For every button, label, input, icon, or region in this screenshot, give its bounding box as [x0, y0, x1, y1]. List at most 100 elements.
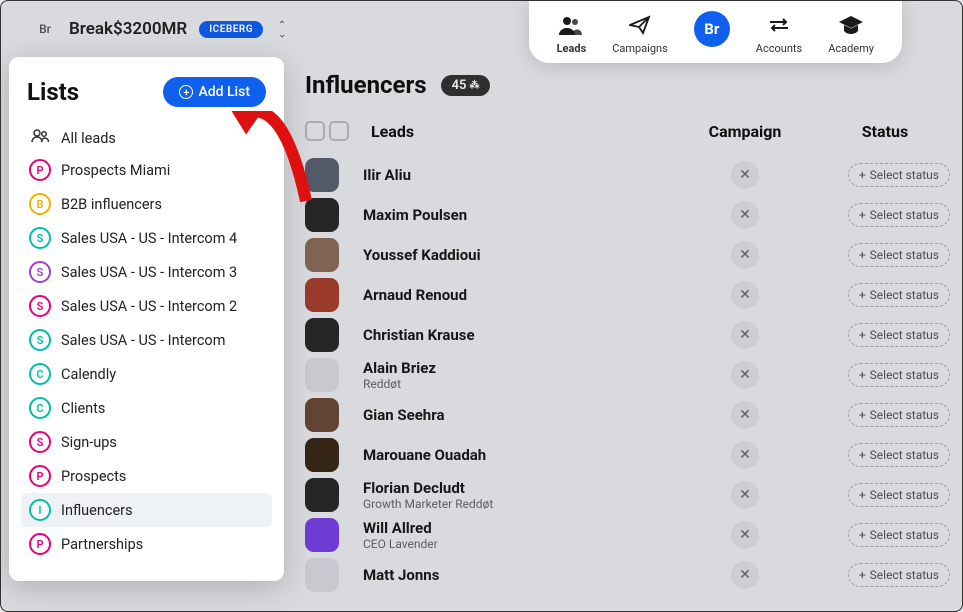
lead-name: Matt Jonns [363, 566, 670, 584]
lead-row[interactable]: Arnaud Renoud ✕ + Select status [305, 275, 950, 315]
add-list-button[interactable]: + Add List [163, 77, 266, 107]
sidebar-item[interactable]: SSales USA - US - Intercom 4 [21, 221, 272, 255]
col-campaign: Campaign [670, 122, 820, 141]
col-leads: Leads [367, 122, 670, 141]
list-badge: S [29, 261, 51, 283]
list-badge: S [29, 295, 51, 317]
lead-row[interactable]: Marouane Ouadah ✕ + Select status [305, 435, 950, 475]
sidebar-item-label: Clients [61, 400, 105, 417]
avatar [305, 398, 339, 432]
sidebar-item[interactable]: CCalendly [21, 357, 272, 391]
select-status-button[interactable]: + Select status [848, 563, 950, 587]
sidebar-item-label: Calendly [61, 366, 116, 383]
lead-subtitle: Reddøt [363, 377, 670, 391]
lead-name: Christian Krause [363, 326, 670, 344]
select-secondary-checkbox[interactable] [329, 121, 349, 141]
remove-campaign-button[interactable]: ✕ [731, 561, 759, 589]
brand-logo: Br [694, 11, 730, 47]
lead-name: Ilir Aliu [363, 166, 670, 184]
top-nav: Leads Campaigns Br Accounts Academy [529, 1, 902, 63]
select-status-button[interactable]: + Select status [848, 203, 950, 227]
remove-campaign-button[interactable]: ✕ [731, 321, 759, 349]
list-badge: B [29, 193, 51, 215]
lead-row[interactable]: Christian Krause ✕ + Select status [305, 315, 950, 355]
plus-icon: + [859, 248, 866, 262]
lead-row[interactable]: Will Allred CEO Lavender ✕ + Select stat… [305, 515, 950, 555]
lead-row[interactable]: Youssef Kaddioui ✕ + Select status [305, 235, 950, 275]
lead-row[interactable]: Gian Seehra ✕ + Select status [305, 395, 950, 435]
select-status-button[interactable]: + Select status [848, 163, 950, 187]
select-all-checkbox[interactable] [305, 121, 325, 141]
list-badge: P [29, 533, 51, 555]
sidebar-item-label: Sales USA - US - Intercom 4 [61, 230, 237, 247]
sidebar-item[interactable]: S Sales USA - US - Intercom 3 [21, 255, 272, 289]
page-title: Influencers [305, 71, 427, 99]
nav-brand[interactable]: Br [694, 11, 730, 55]
remove-campaign-button[interactable]: ✕ [731, 521, 759, 549]
plus-icon: + [859, 368, 866, 382]
sidebar-item[interactable]: IInfluencers [21, 493, 272, 527]
remove-campaign-button[interactable]: ✕ [731, 281, 759, 309]
workspace-switch-icon[interactable]: ⌃⌃ [275, 23, 289, 35]
people-icon: ⁂ [469, 80, 479, 91]
sidebar-item[interactable]: CClients [21, 391, 272, 425]
select-status-button[interactable]: + Select status [848, 523, 950, 547]
main-content: Influencers 45⁂ Leads Campaign Status Il… [305, 71, 950, 595]
plus-icon: + [859, 448, 866, 462]
sidebar-item[interactable]: PProspects Miami [21, 153, 272, 187]
sidebar-all-leads[interactable]: All leads [21, 123, 272, 153]
table-header: Leads Campaign Status [305, 117, 950, 155]
remove-campaign-button[interactable]: ✕ [731, 161, 759, 189]
academy-icon [837, 11, 865, 39]
workspace-name: Break$3200MR [69, 19, 187, 39]
sidebar-item[interactable]: P Partnerships [21, 527, 272, 561]
select-status-button[interactable]: + Select status [848, 283, 950, 307]
sidebar-title: Lists [27, 78, 79, 106]
nav-accounts[interactable]: Accounts [756, 11, 802, 55]
lead-row[interactable]: Alain Briez Reddøt ✕ + Select status [305, 355, 950, 395]
select-status-button[interactable]: + Select status [848, 243, 950, 267]
sidebar-item[interactable]: SSales USA - US - Intercom 2 [21, 289, 272, 323]
lead-subtitle: CEO Lavender [363, 537, 670, 551]
lead-row[interactable]: Florian Decludt Growth Marketer Reddøt ✕… [305, 475, 950, 515]
select-status-button[interactable]: + Select status [848, 323, 950, 347]
remove-campaign-button[interactable]: ✕ [731, 361, 759, 389]
lead-name: Maxim Poulsen [363, 206, 670, 224]
sidebar-item-label: Prospects [61, 468, 126, 485]
select-status-button[interactable]: + Select status [848, 483, 950, 507]
nav-academy[interactable]: Academy [828, 11, 874, 55]
nav-campaigns[interactable]: Campaigns [612, 11, 668, 55]
sidebar-item[interactable]: SSign-ups [21, 425, 272, 459]
sidebar-item-label: Sales USA - US - Intercom 3 [61, 264, 237, 281]
select-status-button[interactable]: + Select status [848, 363, 950, 387]
lead-name: Will Allred [363, 519, 670, 537]
remove-campaign-button[interactable]: ✕ [731, 241, 759, 269]
sidebar-item-label: Prospects Miami [61, 162, 170, 179]
select-status-button[interactable]: + Select status [848, 403, 950, 427]
lead-name: Youssef Kaddioui [363, 246, 670, 264]
sidebar-item-label: Partnerships [61, 536, 143, 553]
select-status-button[interactable]: + Select status [848, 443, 950, 467]
sidebar-item[interactable]: S Sales USA - US - Intercom [21, 323, 272, 357]
remove-campaign-button[interactable]: ✕ [731, 481, 759, 509]
lead-row[interactable]: Matt Jonns ✕ + Select status [305, 555, 950, 595]
nav-leads[interactable]: Leads [557, 11, 587, 55]
lead-row[interactable]: Maxim Poulsen ✕ + Select status [305, 195, 950, 235]
sidebar-item[interactable]: BB2B influencers [21, 187, 272, 221]
list-badge: S [29, 329, 51, 351]
plus-circle-icon: + [179, 85, 193, 99]
lists-sidebar: Lists + Add List All leads PProspects Mi… [9, 57, 284, 581]
remove-campaign-button[interactable]: ✕ [731, 441, 759, 469]
remove-campaign-button[interactable]: ✕ [731, 401, 759, 429]
sidebar-item-label: Sign-ups [61, 434, 117, 451]
avatar [305, 198, 339, 232]
remove-campaign-button[interactable]: ✕ [731, 201, 759, 229]
lead-row[interactable]: Ilir Aliu ✕ + Select status [305, 155, 950, 195]
avatar [305, 238, 339, 272]
list-badge: I [29, 499, 51, 521]
sidebar-item-label: Sales USA - US - Intercom [61, 332, 225, 349]
users-icon [557, 11, 585, 39]
workspace-badge: Br [31, 15, 59, 43]
sidebar-item[interactable]: PProspects [21, 459, 272, 493]
lead-name: Alain Briez [363, 359, 670, 377]
